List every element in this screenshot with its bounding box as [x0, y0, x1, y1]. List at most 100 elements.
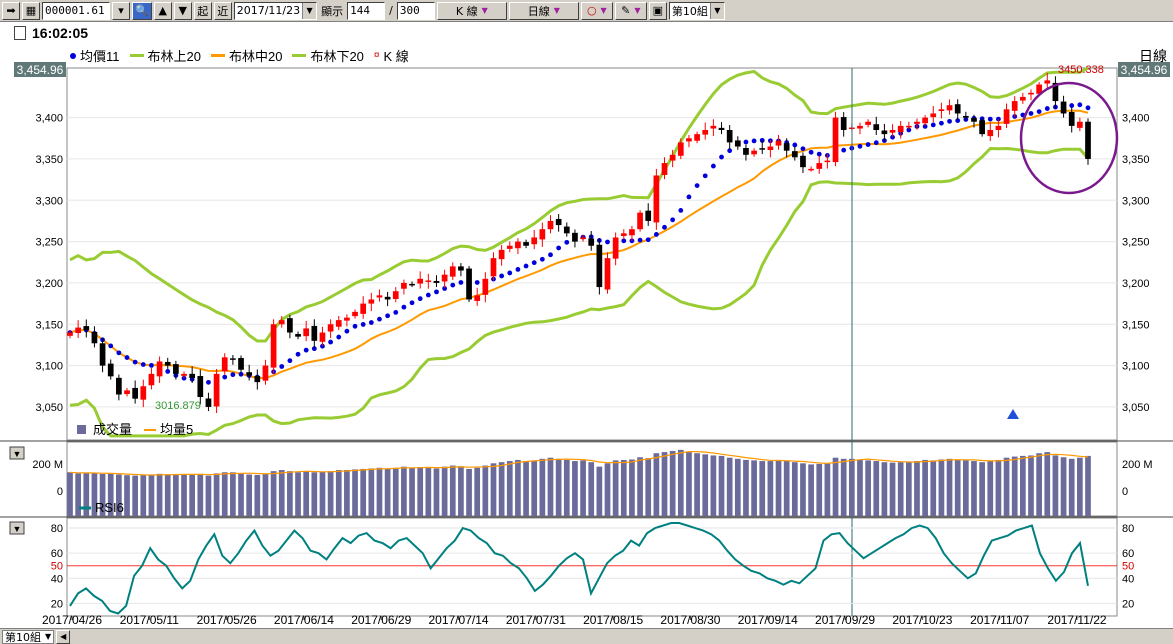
avg-price-dot [719, 154, 724, 160]
volume-bar [197, 473, 204, 516]
volume-bar [425, 467, 432, 516]
period-button[interactable]: 日線 ▼ [508, 1, 579, 20]
candle-body [938, 109, 945, 111]
candle-body [580, 237, 586, 240]
chart-area[interactable]: 3,050 3,050 3,100 3,100 3,150 3,150 3,200 3,200… [0, 22, 1173, 628]
group-tab[interactable]: 第10組 ▼ [2, 629, 55, 644]
candle-body [718, 127, 725, 130]
volume-axis-zero-right: 0 [1122, 486, 1128, 498]
candle-body [124, 390, 130, 395]
y-tick-label: 3,100 [1122, 361, 1150, 373]
volume-bar [718, 455, 725, 516]
volume-bar [563, 459, 570, 516]
y-tick-label: 3,200 [1122, 278, 1150, 290]
symbol-dropdown[interactable]: ▾ [112, 1, 130, 20]
candle-body [327, 324, 334, 332]
candle-body [466, 268, 472, 300]
candle-body [1085, 121, 1091, 159]
avg-price-dot [222, 374, 228, 380]
avg-price-dot [539, 256, 545, 262]
avg-price-dot [303, 347, 309, 353]
volume-bar [629, 459, 635, 516]
volume-bar [661, 452, 668, 516]
date-select[interactable]: 2017/11/23 ▼ [233, 1, 318, 20]
recent-button[interactable]: 近 [213, 1, 232, 20]
chevron-down-icon: ▼ [45, 632, 52, 641]
y-tick-label: 3,050 [1122, 402, 1150, 414]
candle-body [824, 160, 831, 163]
candle-body [449, 266, 456, 277]
candle-body [1028, 92, 1034, 95]
avg-price-dot [873, 140, 879, 146]
group-select[interactable]: 第10組 ▼ [668, 1, 725, 20]
grid-icon[interactable]: ▦ [22, 1, 40, 20]
candle-body [686, 138, 692, 142]
candle-body [1060, 101, 1067, 114]
avg-price-dot [377, 316, 382, 322]
avg-price-dot [409, 300, 415, 306]
circle-tool-button[interactable]: ○ ▼ [580, 1, 613, 20]
avg-price-dot [149, 362, 154, 368]
rsi-tick-label: 50 [51, 561, 63, 573]
avg-price-dot [425, 292, 431, 298]
avg-price-dot [1044, 106, 1050, 111]
volume-bar [555, 458, 562, 516]
candle-body [865, 121, 871, 125]
rsi-tick-label: 40 [1122, 573, 1134, 585]
down-arrow-button[interactable]: ▼ [173, 1, 192, 20]
candle-body [392, 291, 399, 299]
candle-body [205, 398, 212, 407]
highlight-circle [1019, 81, 1119, 195]
search-button[interactable]: 🔍 [132, 1, 152, 20]
avg-price-dot [279, 364, 285, 369]
volume-bar [897, 462, 904, 516]
volume-bar [173, 474, 179, 516]
volume-bar [1044, 452, 1051, 516]
candle-body [189, 373, 196, 378]
avg-price-dot [385, 313, 391, 319]
candle-body [91, 332, 98, 344]
arrow-right-icon[interactable]: ➡ [2, 1, 20, 20]
volume-bar [458, 466, 464, 516]
symbol-input[interactable]: 000001.61 [42, 1, 110, 20]
total-count-input[interactable]: 300 [396, 1, 435, 20]
volume-bar [580, 460, 586, 516]
eraser-icon: ✎ [621, 4, 631, 17]
avg-price-dot [987, 116, 993, 122]
average-price-dots [67, 102, 1091, 385]
candle-body [352, 311, 358, 317]
volume-bar [246, 474, 253, 516]
candle-body [409, 283, 415, 286]
avg-price-dot [328, 339, 334, 345]
group-tab-label: 第10組 [5, 630, 41, 644]
candle-body [140, 386, 147, 400]
volume-bar [1019, 455, 1026, 516]
save-icon[interactable]: ▣ [648, 1, 667, 20]
volume-bar [669, 450, 676, 516]
volume-bar [645, 458, 652, 516]
candle-body [946, 105, 953, 111]
bottom-bar: 第10組 ▼ ◀ [0, 628, 1173, 644]
candle-body [230, 358, 236, 360]
candle-body [295, 334, 301, 337]
volume-bar [1052, 455, 1059, 516]
candle-body [246, 372, 253, 376]
volume-bar [221, 472, 228, 516]
eraser-tool-button[interactable]: ✎ ▼ [614, 1, 647, 20]
volume-bar [612, 460, 619, 516]
rsi-tick-label: 80 [1122, 523, 1134, 535]
start-button[interactable]: 起 [193, 1, 212, 20]
up-arrow-button[interactable]: ▲ [153, 1, 172, 20]
scroll-left-button[interactable]: ◀ [56, 629, 71, 644]
kline-button[interactable]: K 線 ▼ [436, 1, 507, 20]
candle-body [1068, 111, 1075, 126]
avg-price-dot [686, 194, 692, 200]
volume-bar [767, 461, 774, 516]
volume-bar [311, 472, 318, 516]
volume-bar [498, 462, 505, 516]
x-tick-label: 2017/07/31 [506, 613, 566, 627]
volume-bar [808, 464, 814, 516]
candle-body [857, 125, 863, 129]
display-count-input[interactable]: 144 [347, 1, 386, 20]
candle-body [897, 125, 904, 132]
